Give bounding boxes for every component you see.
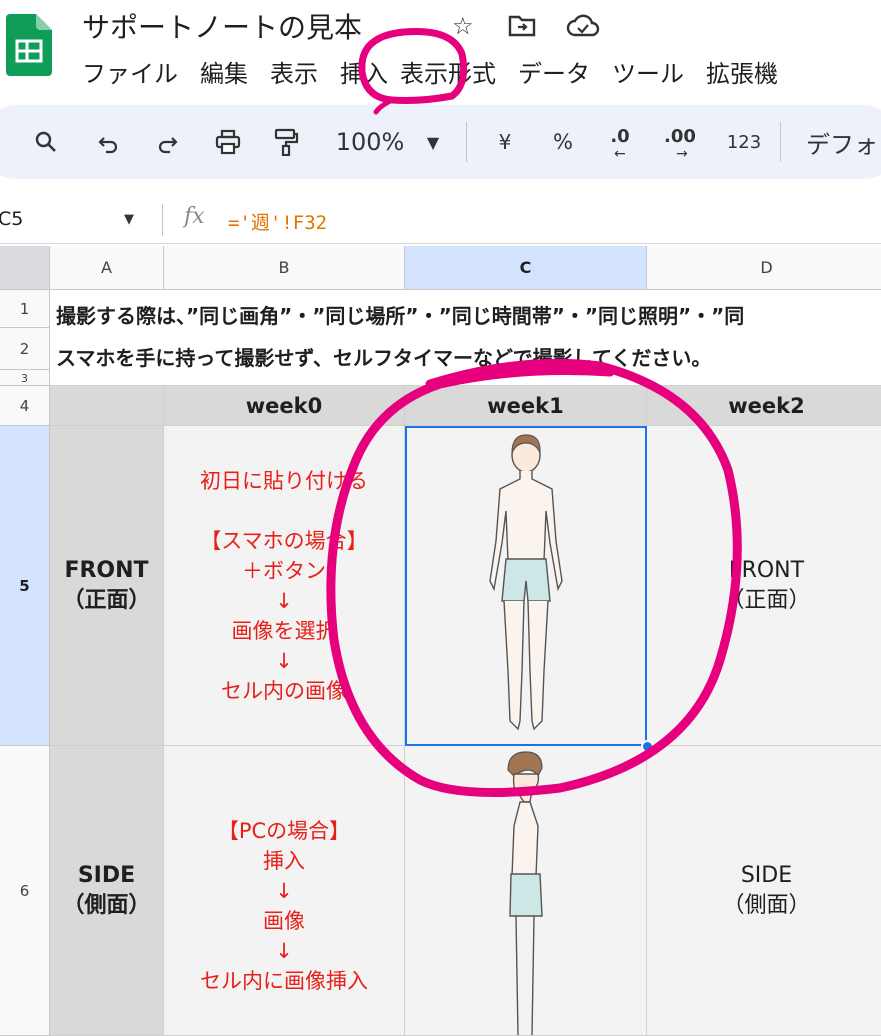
week2-header[interactable]: week2 (647, 386, 881, 426)
menu-bar: ファイル 編集 表示 挿入 表示形式 データ ツール 拡張機 (82, 56, 800, 92)
side-label-cell[interactable]: SIDE （側面） (50, 746, 164, 1036)
formula-divider (162, 204, 163, 236)
menu-format[interactable]: 表示形式 (400, 56, 496, 92)
font-family-select[interactable]: デフォ (806, 120, 881, 164)
b6-arrow-1: ↓ (275, 879, 293, 903)
note-line-2: スマホを手に持って撮影せず、セルフタイマーなどで撮影してください。 (56, 346, 712, 370)
move-to-folder-icon[interactable] (508, 14, 536, 44)
b5-line-1: 初日に貼り付ける (200, 468, 368, 493)
select-all-corner[interactable] (0, 246, 50, 290)
front-sub-label: （正面） (62, 587, 151, 613)
print-icon[interactable] (208, 120, 248, 164)
side-body-illustration (506, 751, 543, 1035)
percent-format-button[interactable]: % (548, 120, 578, 164)
b5-arrow-2: ↓ (275, 648, 293, 673)
fx-icon: fx (184, 204, 205, 229)
d5-line-2: （正面） (722, 587, 811, 613)
formula-input[interactable]: ='週'!F32 (228, 208, 327, 235)
paint-format-icon[interactable] (266, 120, 306, 164)
cloud-saved-icon[interactable] (566, 14, 600, 44)
cell-b6[interactable]: 【PCの場合】 挿入 ↓ 画像 ↓ セル内に画像挿入 (164, 746, 405, 1036)
undo-icon[interactable] (90, 120, 126, 164)
b5-line-6: 画像を選択 (231, 618, 337, 643)
menu-tools[interactable]: ツール (612, 56, 684, 92)
spreadsheet-grid: A B C D 1 2 3 4 5 6 撮影する際は、”同じ画角”・”同じ場所”… (0, 246, 881, 1036)
column-header-c[interactable]: C (405, 246, 647, 290)
menu-view[interactable]: 表示 (270, 56, 318, 92)
d6-line-2: （側面） (722, 892, 811, 918)
cell-b5[interactable]: 初日に貼り付ける 【スマホの場合】 ＋ボタン ↓ 画像を選択 ↓ セル内の画像 (164, 426, 405, 746)
column-header-a[interactable]: A (50, 246, 164, 290)
b5-line-3: 【スマホの場合】 (200, 528, 368, 553)
front-label-cell[interactable]: FRONT （正面） (50, 426, 164, 746)
menu-insert[interactable]: 挿入 (340, 56, 388, 92)
menu-extensions[interactable]: 拡張機 (706, 56, 778, 92)
row-header-1[interactable]: 1 (0, 290, 50, 328)
front-label: FRONT (64, 557, 149, 583)
column-header-d[interactable]: D (647, 246, 881, 290)
arrow-left-icon: ← (614, 146, 626, 162)
name-box[interactable]: C5 (0, 208, 23, 230)
menu-edit[interactable]: 編集 (200, 56, 248, 92)
row-header-5[interactable]: 5 (0, 426, 50, 746)
row-header-2[interactable]: 2 (0, 328, 50, 370)
number-format-button[interactable]: 123 (722, 120, 766, 164)
cell-d6[interactable]: SIDE （側面） (647, 746, 881, 1036)
toolbar-divider (780, 122, 781, 162)
zoom-value[interactable]: 100% (330, 120, 410, 164)
fill-handle[interactable] (641, 740, 654, 753)
arrow-right-icon: → (676, 146, 688, 162)
decrease-decimal-label: .0 (610, 126, 630, 147)
b6-line-1: 【PCの場合】 (217, 819, 351, 843)
redo-icon[interactable] (150, 120, 186, 164)
b6-arrow-2: ↓ (275, 939, 293, 963)
b6-line-6: セル内に画像挿入 (200, 969, 368, 993)
b5-line-8: セル内の画像 (221, 678, 347, 703)
chevron-down-icon[interactable]: ▼ (418, 120, 448, 164)
b6-line-4: 画像 (263, 909, 305, 933)
increase-decimal-label: .00 (664, 126, 696, 147)
side-label: SIDE (77, 862, 136, 888)
column-header-b[interactable]: B (164, 246, 405, 290)
row-header-3[interactable]: 3 (0, 370, 50, 386)
chevron-down-icon[interactable]: ▼ (124, 212, 134, 227)
row-header-6[interactable]: 6 (0, 746, 50, 1036)
search-icon[interactable] (28, 120, 64, 164)
b6-line-2: 挿入 (263, 849, 305, 873)
sheets-logo-icon[interactable] (6, 14, 52, 76)
star-icon[interactable]: ☆ (452, 12, 474, 40)
menu-file[interactable]: ファイル (82, 56, 178, 92)
active-cell-border (405, 426, 647, 746)
row-header-4[interactable]: 4 (0, 386, 50, 426)
side-sub-label: （側面） (62, 892, 151, 918)
toolbar-divider (466, 122, 467, 162)
d6-line-1: SIDE (740, 862, 793, 888)
cell-a4[interactable] (50, 386, 164, 426)
d5-line-1: FRONT (728, 557, 805, 583)
b5-line-4: ＋ボタン (242, 558, 326, 583)
cell-d5[interactable]: FRONT （正面） (647, 426, 881, 746)
document-title[interactable]: サポートノートの見本 (82, 6, 362, 46)
b5-arrow-1: ↓ (275, 588, 293, 613)
cell-c6-image[interactable] (405, 746, 647, 1036)
currency-format-button[interactable]: ¥ (490, 120, 520, 164)
week0-header[interactable]: week0 (164, 386, 405, 426)
week1-header[interactable]: week1 (405, 386, 647, 426)
menu-data[interactable]: データ (518, 56, 590, 92)
note-line-1: 撮影する際は、”同じ画角”・”同じ場所”・”同じ時間帯”・”同じ照明”・”同 (56, 304, 745, 328)
